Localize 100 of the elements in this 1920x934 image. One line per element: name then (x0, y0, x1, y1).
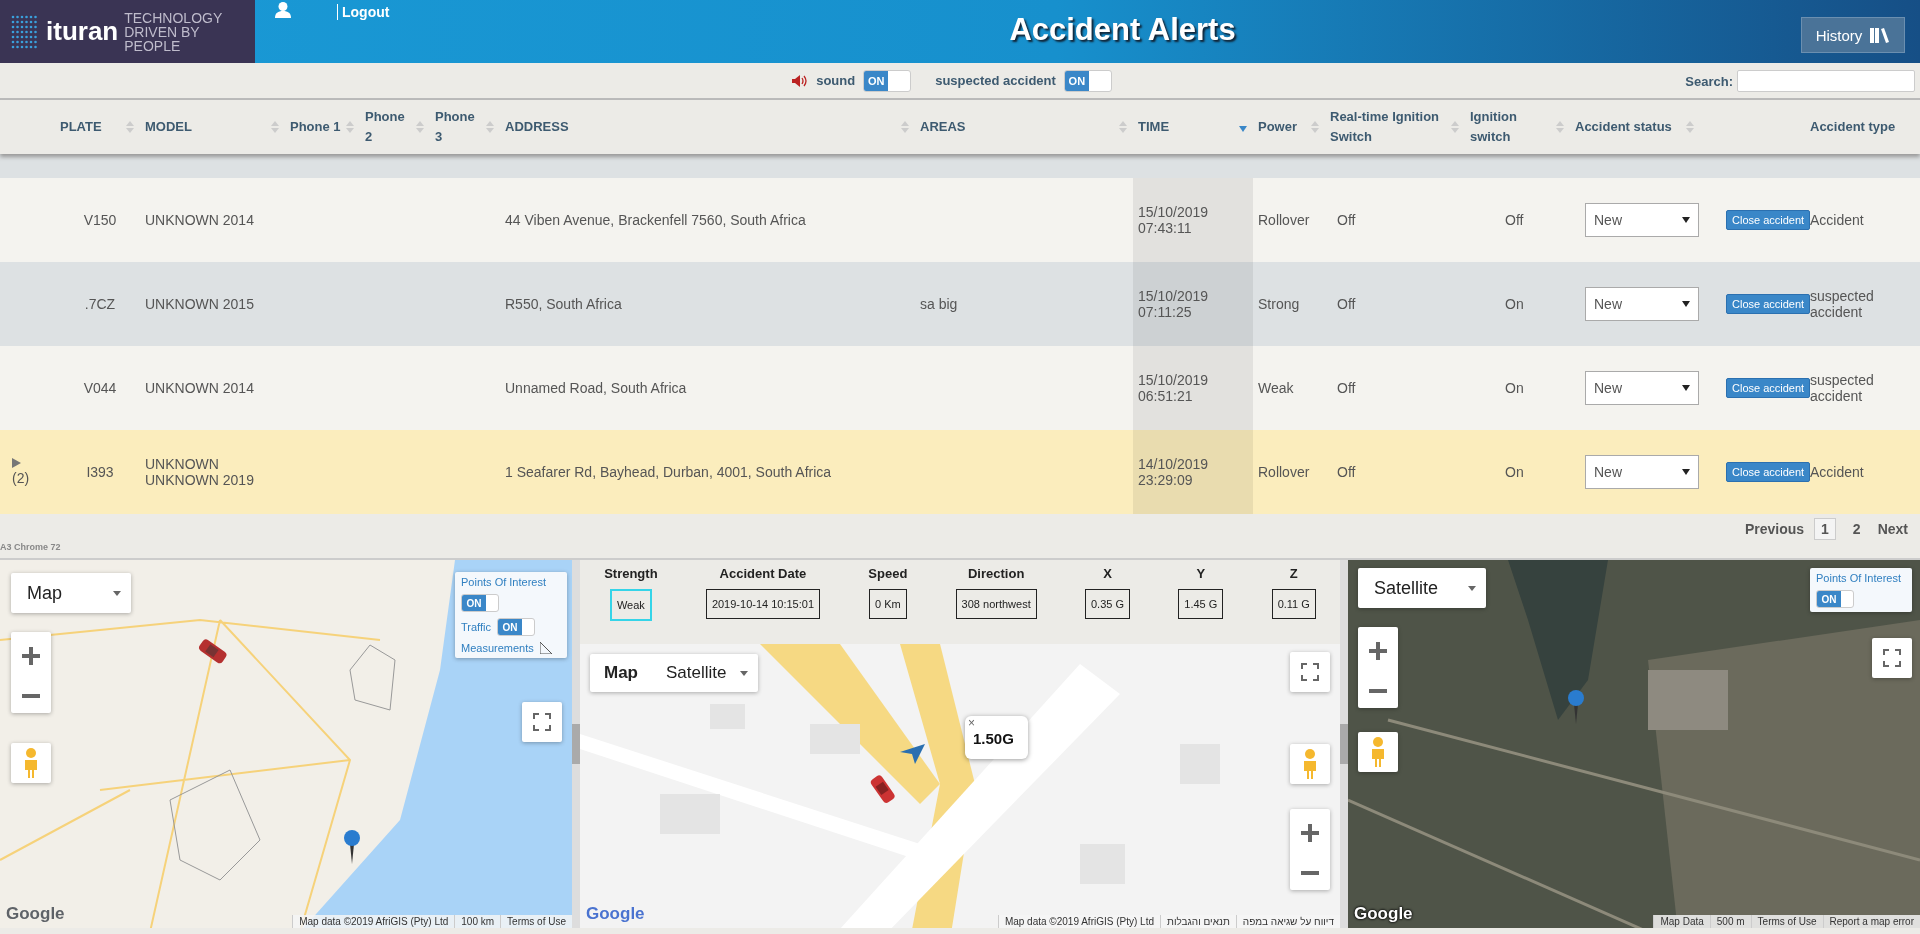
map-attribution: Map data ©2019 AfriGIS (Pty) Ltd (292, 915, 455, 928)
status-dropdown[interactable]: New (1585, 455, 1699, 489)
search-field[interactable] (1737, 70, 1915, 92)
zoom-in-icon[interactable] (1301, 823, 1319, 842)
ruler-icon[interactable] (539, 642, 552, 654)
table-cell: Rollover (1258, 212, 1310, 228)
fullscreen-icon[interactable] (1301, 663, 1319, 681)
pegman-icon[interactable] (1302, 749, 1318, 779)
previous-link[interactable]: Previous (1744, 521, 1805, 537)
field-label: Direction (968, 566, 1025, 581)
field-label: Y (1196, 566, 1206, 581)
expand-icon[interactable] (12, 458, 21, 468)
column-header[interactable]: Accident type (1810, 117, 1896, 137)
zoom-out-icon[interactable] (22, 694, 40, 699)
close-accident-button[interactable]: Close accident (1726, 378, 1811, 398)
status-dropdown[interactable]: New (1585, 203, 1699, 237)
map-type-dropdown[interactable]: Satellite (1358, 568, 1486, 608)
field-label: X (1103, 566, 1112, 581)
column-header[interactable]: AREAS (920, 117, 966, 137)
on-off-toggle[interactable]: ON (1064, 70, 1089, 91)
table-cell: .7CZ (84, 296, 116, 312)
next-link[interactable]: Next (1877, 521, 1908, 537)
field-label: Accident Date (719, 566, 807, 581)
map-type-tab[interactable]: Map (590, 654, 652, 692)
splitter-handle[interactable] (572, 724, 580, 764)
column-header[interactable]: Accident status (1575, 117, 1672, 137)
map-type-dropdown[interactable]: Map (11, 573, 131, 613)
measurements-link[interactable]: Measurements (461, 642, 534, 654)
caret-icon (113, 590, 121, 596)
table-cell: sa big (920, 296, 958, 312)
google-logo: Google (586, 904, 645, 924)
toggle-label: suspected accident (935, 73, 1056, 88)
on-off-toggle[interactable]: ON (864, 70, 889, 91)
toggle-label: sound (816, 73, 856, 88)
search-label: Search: (1685, 73, 1733, 89)
table-cell-text: suspected accident (1810, 288, 1875, 320)
poi-toggle[interactable]: ON (462, 595, 486, 611)
direction-arrow-icon (900, 744, 925, 764)
close-accident-button[interactable]: Close accident (1726, 210, 1811, 230)
page-link[interactable]: 2 (1845, 518, 1868, 540)
column-header[interactable]: ADDRESS (505, 117, 569, 137)
field-value: 0.35 G (1085, 589, 1131, 619)
building (660, 794, 720, 834)
dotted-globe-icon (10, 13, 40, 50)
zoom-out-icon[interactable] (1301, 871, 1319, 876)
field-label: Z (1289, 566, 1298, 581)
poi-toggle[interactable]: ON (1817, 591, 1841, 607)
history-button[interactable]: History (1801, 17, 1905, 53)
page-link[interactable]: 1 (1814, 518, 1836, 540)
table-cell: Accident (1810, 464, 1864, 480)
zoom-in-icon[interactable] (22, 646, 40, 665)
logout-link[interactable]: Logout (337, 4, 390, 20)
table-cell-text: 15/10/2019 07:11:25 (1138, 288, 1210, 320)
pegman-icon[interactable] (23, 748, 39, 778)
logo-tagline: TECHNOLOGY DRIVEN BY PEOPLE (124, 10, 223, 53)
poi-label: Points Of Interest (461, 576, 547, 588)
books-icon (1870, 27, 1891, 43)
terms-link[interactable]: תנאים והגבלות (1160, 915, 1236, 928)
table-cell: Unnamed Road, South Africa (505, 380, 687, 396)
traffic-label: Traffic (461, 621, 491, 633)
column-header[interactable]: Phone 1 (290, 117, 341, 137)
traffic-toggle[interactable]: ON (497, 619, 522, 635)
map-attribution: 500 m (1709, 915, 1751, 928)
speaker-icon (792, 74, 809, 87)
google-logo: Google (1354, 904, 1413, 924)
table-cell: 1 Seafarer Rd, Bayhead, Durban, 4001, South Africa (505, 464, 832, 480)
table-cell: Accident (1810, 212, 1864, 228)
close-accident-button[interactable]: Close accident (1726, 462, 1811, 482)
column-header[interactable]: PLATE (60, 117, 102, 137)
table-cell: UNKNOWN 2015 (145, 296, 254, 312)
map-attribution: Report a map error (1822, 915, 1920, 928)
group-count: (2) (12, 470, 30, 486)
column-header[interactable]: Phone 2 (365, 107, 412, 147)
column-header[interactable]: Ignition switch (1470, 107, 1552, 147)
zoom-in-icon[interactable] (1369, 641, 1387, 660)
fullscreen-icon[interactable] (533, 713, 551, 731)
close-accident-button[interactable]: Close accident (1726, 294, 1811, 314)
map-type-tab[interactable]: Satellite (652, 654, 741, 692)
column-header[interactable]: Phone 3 (435, 107, 482, 147)
column-header[interactable]: TIME (1138, 117, 1170, 137)
field-value: 0.11 G (1271, 589, 1316, 619)
pegman-icon[interactable] (1370, 737, 1386, 767)
page-title: Accident Alerts (1008, 11, 1237, 49)
status-dropdown[interactable]: New (1585, 287, 1699, 321)
zoom-out-icon[interactable] (1369, 689, 1387, 694)
caret-icon (1682, 385, 1690, 391)
table-cell: UNKNOWN 2014 (145, 212, 254, 228)
table-row[interactable]: (2) I393 UNKNOWN UNKNOWN 2019 1 Seafarer Rd, Bayhead, Durban, 4001, South Africa 14/10/2019 23:29:09 Rollover Off On New Close accident Accident (0, 430, 1920, 514)
table-row[interactable]: V150 UNKNOWN 2014 44 Viben Avenue, Brackenfell 7560, South Africa 15/10/2019 07:43:11 Rollover Off Off New Close accident Accident (0, 178, 1920, 262)
fullscreen-icon[interactable] (1883, 649, 1901, 667)
map-attribution: Terms of Use (1750, 915, 1823, 928)
close-icon[interactable]: × (968, 716, 975, 730)
table-cell: UNKNOWN 2014 (145, 380, 254, 396)
status-dropdown[interactable]: New (1585, 371, 1699, 405)
user-icon[interactable] (275, 2, 291, 18)
column-header[interactable]: MODEL (145, 117, 192, 137)
table-cell: Off (1337, 212, 1356, 228)
column-header[interactable]: Real-time Ignition Switch (1330, 107, 1447, 147)
column-header[interactable]: Power (1258, 117, 1297, 137)
splitter-handle[interactable] (1340, 724, 1348, 764)
